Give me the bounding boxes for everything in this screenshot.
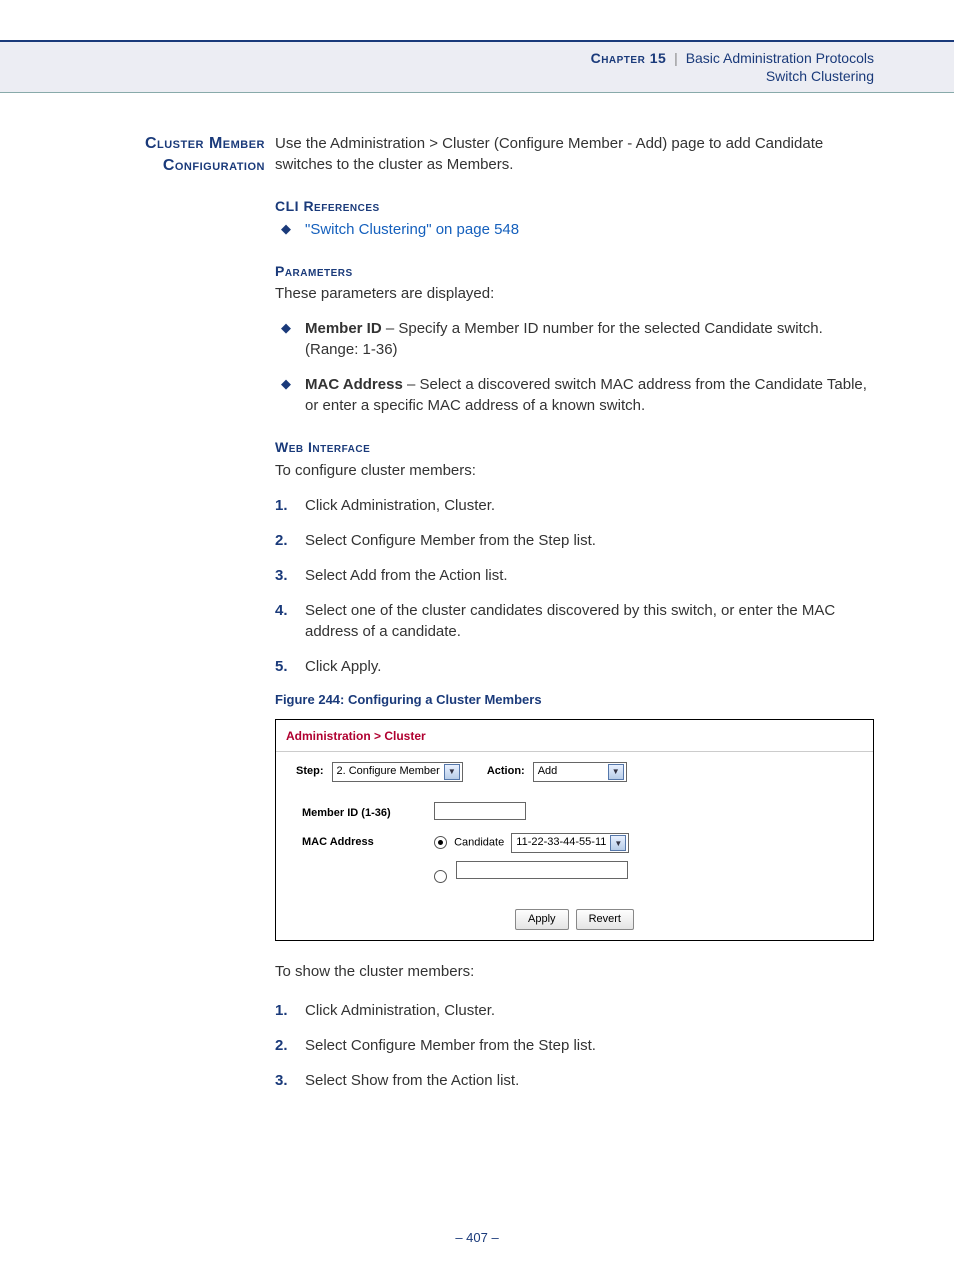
revert-button[interactable]: Revert <box>576 909 634 930</box>
chevron-down-icon: ▼ <box>444 764 460 780</box>
list-item: 2.Select Configure Member from the Step … <box>275 1035 874 1056</box>
parameters-heading: Parameters <box>275 262 874 282</box>
header-separator: | <box>674 50 678 66</box>
section-title-line1: Cluster Member <box>145 135 265 152</box>
figure-caption: Figure 244: Configuring a Cluster Member… <box>275 691 874 709</box>
candidate-label: Candidate <box>454 836 504 848</box>
breadcrumb: Administration > Cluster <box>276 720 873 752</box>
parameters-list: Member ID – Specify a Member ID number f… <box>275 318 874 416</box>
candidate-radio[interactable] <box>434 836 447 849</box>
step-text: Select Configure Member from the Step li… <box>305 532 596 549</box>
step-select-value: 2. Configure Member <box>337 764 440 779</box>
step-select[interactable]: 2. Configure Member ▼ <box>332 762 463 782</box>
header-title: Basic Administration Protocols <box>686 50 874 66</box>
apply-button[interactable]: Apply <box>515 909 569 930</box>
cli-reference-link[interactable]: "Switch Clustering" on page 548 <box>305 221 519 238</box>
list-item: MAC Address – Select a discovered switch… <box>275 374 874 416</box>
panel-form: Member ID (1-36) MAC Address Candidate 1… <box>276 792 873 901</box>
param-name: MAC Address <box>305 376 403 393</box>
main-column: Use the Administration > Cluster (Config… <box>275 133 874 1105</box>
show-steps-list: 1.Click Administration, Cluster. 2.Selec… <box>275 1000 874 1091</box>
list-item: 3.Select Show from the Action list. <box>275 1070 874 1091</box>
intro-paragraph: Use the Administration > Cluster (Config… <box>275 133 874 175</box>
page-number: – 407 – <box>0 1230 954 1245</box>
list-item: 3.Select Add from the Action list. <box>275 565 874 586</box>
step-text: Select Configure Member from the Step li… <box>305 1037 596 1054</box>
content-area: Cluster Member Configuration Use the Adm… <box>0 93 954 1105</box>
chevron-down-icon: ▼ <box>608 764 624 780</box>
step-text: Click Administration, Cluster. <box>305 1002 495 1019</box>
show-members-intro: To show the cluster members: <box>275 961 874 982</box>
candidate-select-value: 11-22-33-44-55-11 <box>516 835 606 850</box>
member-id-label: Member ID (1-36) <box>296 798 428 829</box>
panel-buttons: Apply Revert <box>276 901 873 940</box>
param-desc: – Specify a Member ID number for the sel… <box>305 320 823 358</box>
manual-mac-input[interactable] <box>456 861 628 879</box>
step-text: Click Administration, Cluster. <box>305 497 495 514</box>
mac-address-label: MAC Address <box>296 829 428 857</box>
chevron-down-icon: ▼ <box>610 835 626 851</box>
action-label: Action: <box>487 764 525 779</box>
header-subtitle: Switch Clustering <box>0 68 874 84</box>
section-title: Cluster Member Configuration <box>0 133 275 178</box>
panel-toolbar: Step: 2. Configure Member ▼ Action: Add … <box>276 752 873 792</box>
step-text: Select Show from the Action list. <box>305 1072 519 1089</box>
list-item: 4.Select one of the cluster candidates d… <box>275 600 874 642</box>
list-item: Member ID – Specify a Member ID number f… <box>275 318 874 360</box>
step-text: Select one of the cluster candidates dis… <box>305 602 835 640</box>
list-item: 1.Click Administration, Cluster. <box>275 1000 874 1021</box>
section-title-line2: Configuration <box>163 157 265 174</box>
list-item: 5.Click Apply. <box>275 656 874 677</box>
action-select-value: Add <box>538 764 558 779</box>
step-text: Click Apply. <box>305 658 381 675</box>
document-page: Chapter 15 | Basic Administration Protoc… <box>0 40 954 1275</box>
cluster-config-panel: Administration > Cluster Step: 2. Config… <box>275 719 874 941</box>
cli-references-heading: CLI References <box>275 197 874 217</box>
manual-mac-radio[interactable] <box>434 870 447 883</box>
page-header: Chapter 15 | Basic Administration Protoc… <box>0 40 954 93</box>
list-item: 1.Click Administration, Cluster. <box>275 495 874 516</box>
list-item: "Switch Clustering" on page 548 <box>275 219 874 240</box>
web-interface-intro: To configure cluster members: <box>275 460 874 481</box>
member-id-input[interactable] <box>434 802 526 820</box>
step-text: Select Add from the Action list. <box>305 567 508 584</box>
chapter-label: Chapter 15 <box>591 50 667 66</box>
web-interface-heading: Web Interface <box>275 438 874 458</box>
configure-steps-list: 1.Click Administration, Cluster. 2.Selec… <box>275 495 874 677</box>
action-select[interactable]: Add ▼ <box>533 762 627 782</box>
candidate-select[interactable]: 11-22-33-44-55-11 ▼ <box>511 833 629 853</box>
parameters-intro: These parameters are displayed: <box>275 283 874 304</box>
list-item: 2.Select Configure Member from the Step … <box>275 530 874 551</box>
step-label: Step: <box>296 764 324 779</box>
param-name: Member ID <box>305 320 382 337</box>
cli-references-list: "Switch Clustering" on page 548 <box>275 219 874 240</box>
